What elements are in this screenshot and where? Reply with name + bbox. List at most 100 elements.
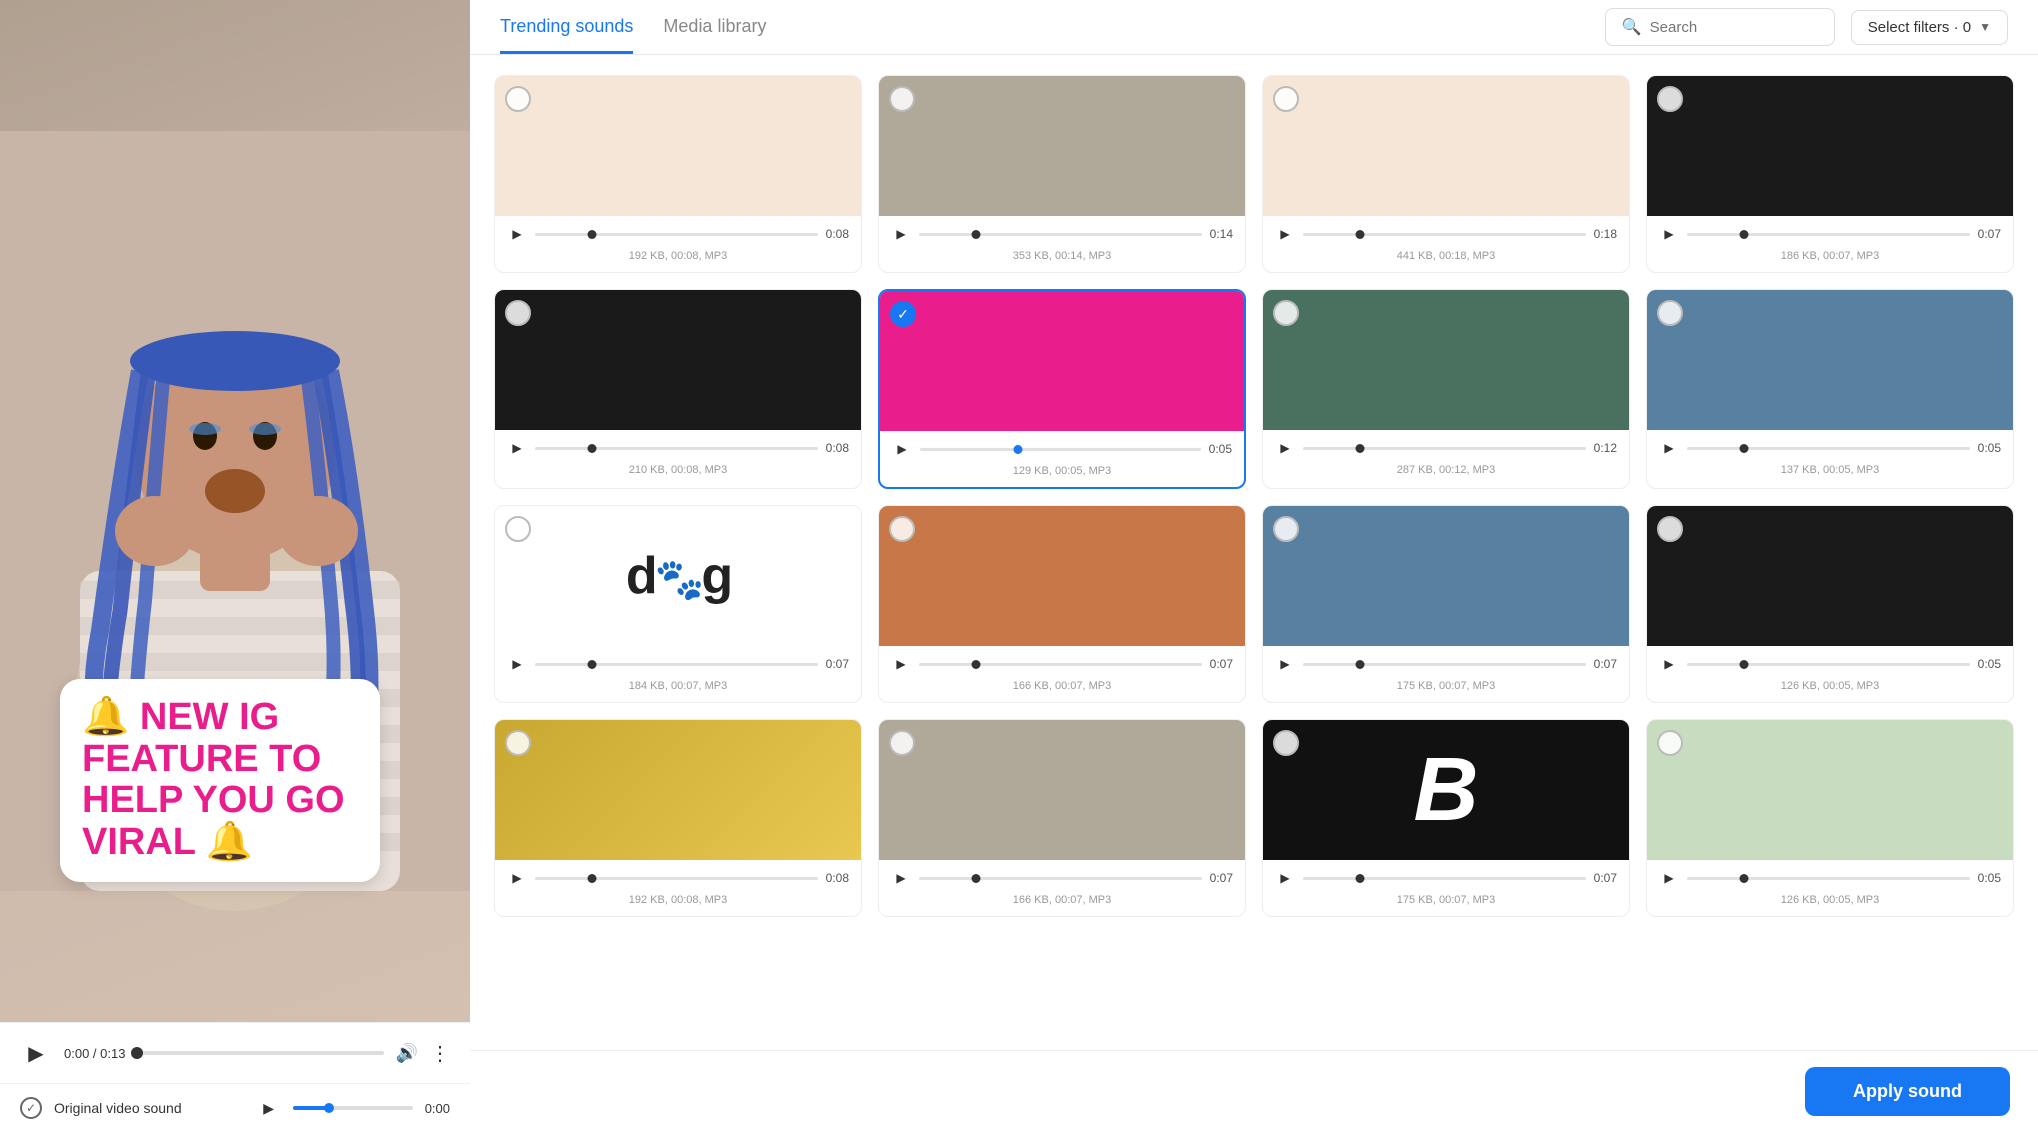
card-progress-bar[interactable] <box>1687 233 1970 236</box>
play-button[interactable]: ▶ <box>20 1037 52 1069</box>
card-play-button[interactable]: ▶ <box>507 868 527 888</box>
sound-card-3[interactable]: ▶ 0:18 441 KB, 00:18, MP3 <box>1262 75 1630 273</box>
card-progress-bar[interactable] <box>1687 447 1970 450</box>
sound-card-11[interactable]: ▶ 0:07 175 KB, 00:07, MP3 <box>1262 505 1630 703</box>
card-play-button[interactable]: ▶ <box>1275 654 1295 674</box>
card-audio-row: ▶ 0:05 <box>1647 430 2013 462</box>
card-select-badge[interactable] <box>1273 516 1299 542</box>
card-duration: 0:07 <box>1594 657 1617 671</box>
sound-card-8[interactable]: ▶ 0:05 137 KB, 00:05, MP3 <box>1646 289 2014 489</box>
card-select-badge[interactable] <box>1657 730 1683 756</box>
card-play-button[interactable]: ▶ <box>507 438 527 458</box>
sound-card-15[interactable]: B ▶ 0:07 175 KB, 00:07, MP3 <box>1262 719 1630 917</box>
card-select-badge[interactable] <box>889 86 915 112</box>
card-progress-bar[interactable] <box>1303 663 1586 666</box>
card-play-button[interactable]: ▶ <box>507 654 527 674</box>
tab-media-library[interactable]: Media library <box>663 16 766 54</box>
card-meta: 126 KB, 00:05, MP3 <box>1647 678 2013 702</box>
card-play-button[interactable]: ▶ <box>1275 438 1295 458</box>
sound-card-16[interactable]: ▶ 0:05 126 KB, 00:05, MP3 <box>1646 719 2014 917</box>
search-input[interactable] <box>1650 19 1818 36</box>
card-select-badge[interactable] <box>1657 300 1683 326</box>
filter-button[interactable]: Select filters · 0 ▼ <box>1851 10 2008 45</box>
card-meta: 186 KB, 00:07, MP3 <box>1647 248 2013 272</box>
card-progress-bar[interactable] <box>920 448 1201 451</box>
card-select-badge[interactable] <box>505 86 531 112</box>
card-progress-bar[interactable] <box>535 663 818 666</box>
card-play-button[interactable]: ▶ <box>1275 224 1295 244</box>
card-play-button[interactable]: ▶ <box>507 224 527 244</box>
card-thumbnail <box>880 291 1244 431</box>
card-play-button[interactable]: ▶ <box>1275 868 1295 888</box>
video-controls: ▶ 0:00 / 0:13 🔊 ⋮ <box>0 1022 470 1083</box>
card-select-badge[interactable] <box>1657 86 1683 112</box>
filter-label: Select filters · 0 <box>1868 19 1971 36</box>
card-audio-row: ▶ 0:07 <box>1647 216 2013 248</box>
card-select-badge[interactable] <box>505 730 531 756</box>
card-play-button[interactable]: ▶ <box>1659 868 1679 888</box>
original-play-button[interactable]: ▶ <box>257 1096 281 1120</box>
card-select-badge[interactable] <box>1273 730 1299 756</box>
card-progress-bar[interactable] <box>1303 447 1586 450</box>
sound-card-7[interactable]: ▶ 0:12 287 KB, 00:12, MP3 <box>1262 289 1630 489</box>
card-play-button[interactable]: ▶ <box>891 224 911 244</box>
card-progress-dot <box>587 230 596 239</box>
card-progress-bar[interactable] <box>535 447 818 450</box>
card-select-badge[interactable] <box>1273 300 1299 326</box>
sound-card-10[interactable]: ▶ 0:07 166 KB, 00:07, MP3 <box>878 505 1246 703</box>
more-options-button[interactable]: ⋮ <box>430 1041 450 1066</box>
apply-sound-button[interactable]: Apply sound <box>1805 1067 2010 1116</box>
card-progress-bar[interactable] <box>1687 877 1970 880</box>
card-play-button[interactable]: ▶ <box>892 439 912 459</box>
header-controls: 🔍 Select filters · 0 ▼ <box>1605 8 2008 46</box>
card-meta: 175 KB, 00:07, MP3 <box>1263 892 1629 916</box>
sound-card-14[interactable]: ▶ 0:07 166 KB, 00:07, MP3 <box>878 719 1246 917</box>
card-progress-dot <box>1355 444 1364 453</box>
sound-card-4[interactable]: ▶ 0:07 186 KB, 00:07, MP3 <box>1646 75 2014 273</box>
card-progress-dot <box>1014 445 1023 454</box>
card-progress-bar[interactable] <box>919 877 1202 880</box>
volume-button[interactable]: 🔊 <box>396 1043 418 1064</box>
right-header: Trending sounds Media library 🔍 Select f… <box>470 0 2038 55</box>
sound-card-9[interactable]: d🐾g ▶ 0:07 184 KB, 00:07, MP3 <box>494 505 862 703</box>
original-progress-bar[interactable] <box>293 1106 413 1110</box>
card-select-badge[interactable] <box>505 300 531 326</box>
card-play-button[interactable]: ▶ <box>1659 438 1679 458</box>
card-progress-bar[interactable] <box>1687 663 1970 666</box>
sound-card-12[interactable]: ▶ 0:05 126 KB, 00:05, MP3 <box>1646 505 2014 703</box>
card-progress-bar[interactable] <box>919 663 1202 666</box>
card-play-button[interactable]: ▶ <box>1659 654 1679 674</box>
card-select-badge[interactable] <box>505 516 531 542</box>
sound-grid: ▶ 0:08 192 KB, 00:08, MP3 ▶ 0:14 353 KB,… <box>470 55 2038 1050</box>
bottom-bar: Apply sound <box>470 1050 2038 1132</box>
card-thumbnail <box>879 76 1245 216</box>
search-icon: 🔍 <box>1622 17 1642 37</box>
card-audio-row: ▶ 0:08 <box>495 860 861 892</box>
card-play-button[interactable]: ▶ <box>891 868 911 888</box>
card-progress-dot <box>971 230 980 239</box>
card-progress-bar[interactable] <box>1303 233 1586 236</box>
card-progress-dot <box>587 444 596 453</box>
progress-dot <box>131 1047 143 1059</box>
card-select-badge[interactable] <box>1657 516 1683 542</box>
card-select-badge[interactable] <box>889 516 915 542</box>
card-select-badge[interactable] <box>1273 86 1299 112</box>
tab-trending-sounds[interactable]: Trending sounds <box>500 16 633 54</box>
search-box[interactable]: 🔍 <box>1605 8 1835 46</box>
sound-card-2[interactable]: ▶ 0:14 353 KB, 00:14, MP3 <box>878 75 1246 273</box>
card-audio-row: ▶ 0:07 <box>1263 646 1629 678</box>
sound-card-1[interactable]: ▶ 0:08 192 KB, 00:08, MP3 <box>494 75 862 273</box>
card-progress-bar[interactable] <box>1303 877 1586 880</box>
card-select-badge[interactable]: ✓ <box>890 301 916 327</box>
sound-card-13[interactable]: ▶ 0:08 192 KB, 00:08, MP3 <box>494 719 862 917</box>
sound-card-5[interactable]: ▶ 0:08 210 KB, 00:08, MP3 <box>494 289 862 489</box>
card-progress-bar[interactable] <box>919 233 1202 236</box>
card-select-badge[interactable] <box>889 730 915 756</box>
card-play-button[interactable]: ▶ <box>1659 224 1679 244</box>
card-play-button[interactable]: ▶ <box>891 654 911 674</box>
card-duration: 0:08 <box>826 871 849 885</box>
video-progress-bar[interactable] <box>137 1051 383 1055</box>
sound-card-6[interactable]: ✓ ▶ 0:05 129 KB, 00:05, MP3 <box>878 289 1246 489</box>
card-progress-bar[interactable] <box>535 877 818 880</box>
card-progress-bar[interactable] <box>535 233 818 236</box>
